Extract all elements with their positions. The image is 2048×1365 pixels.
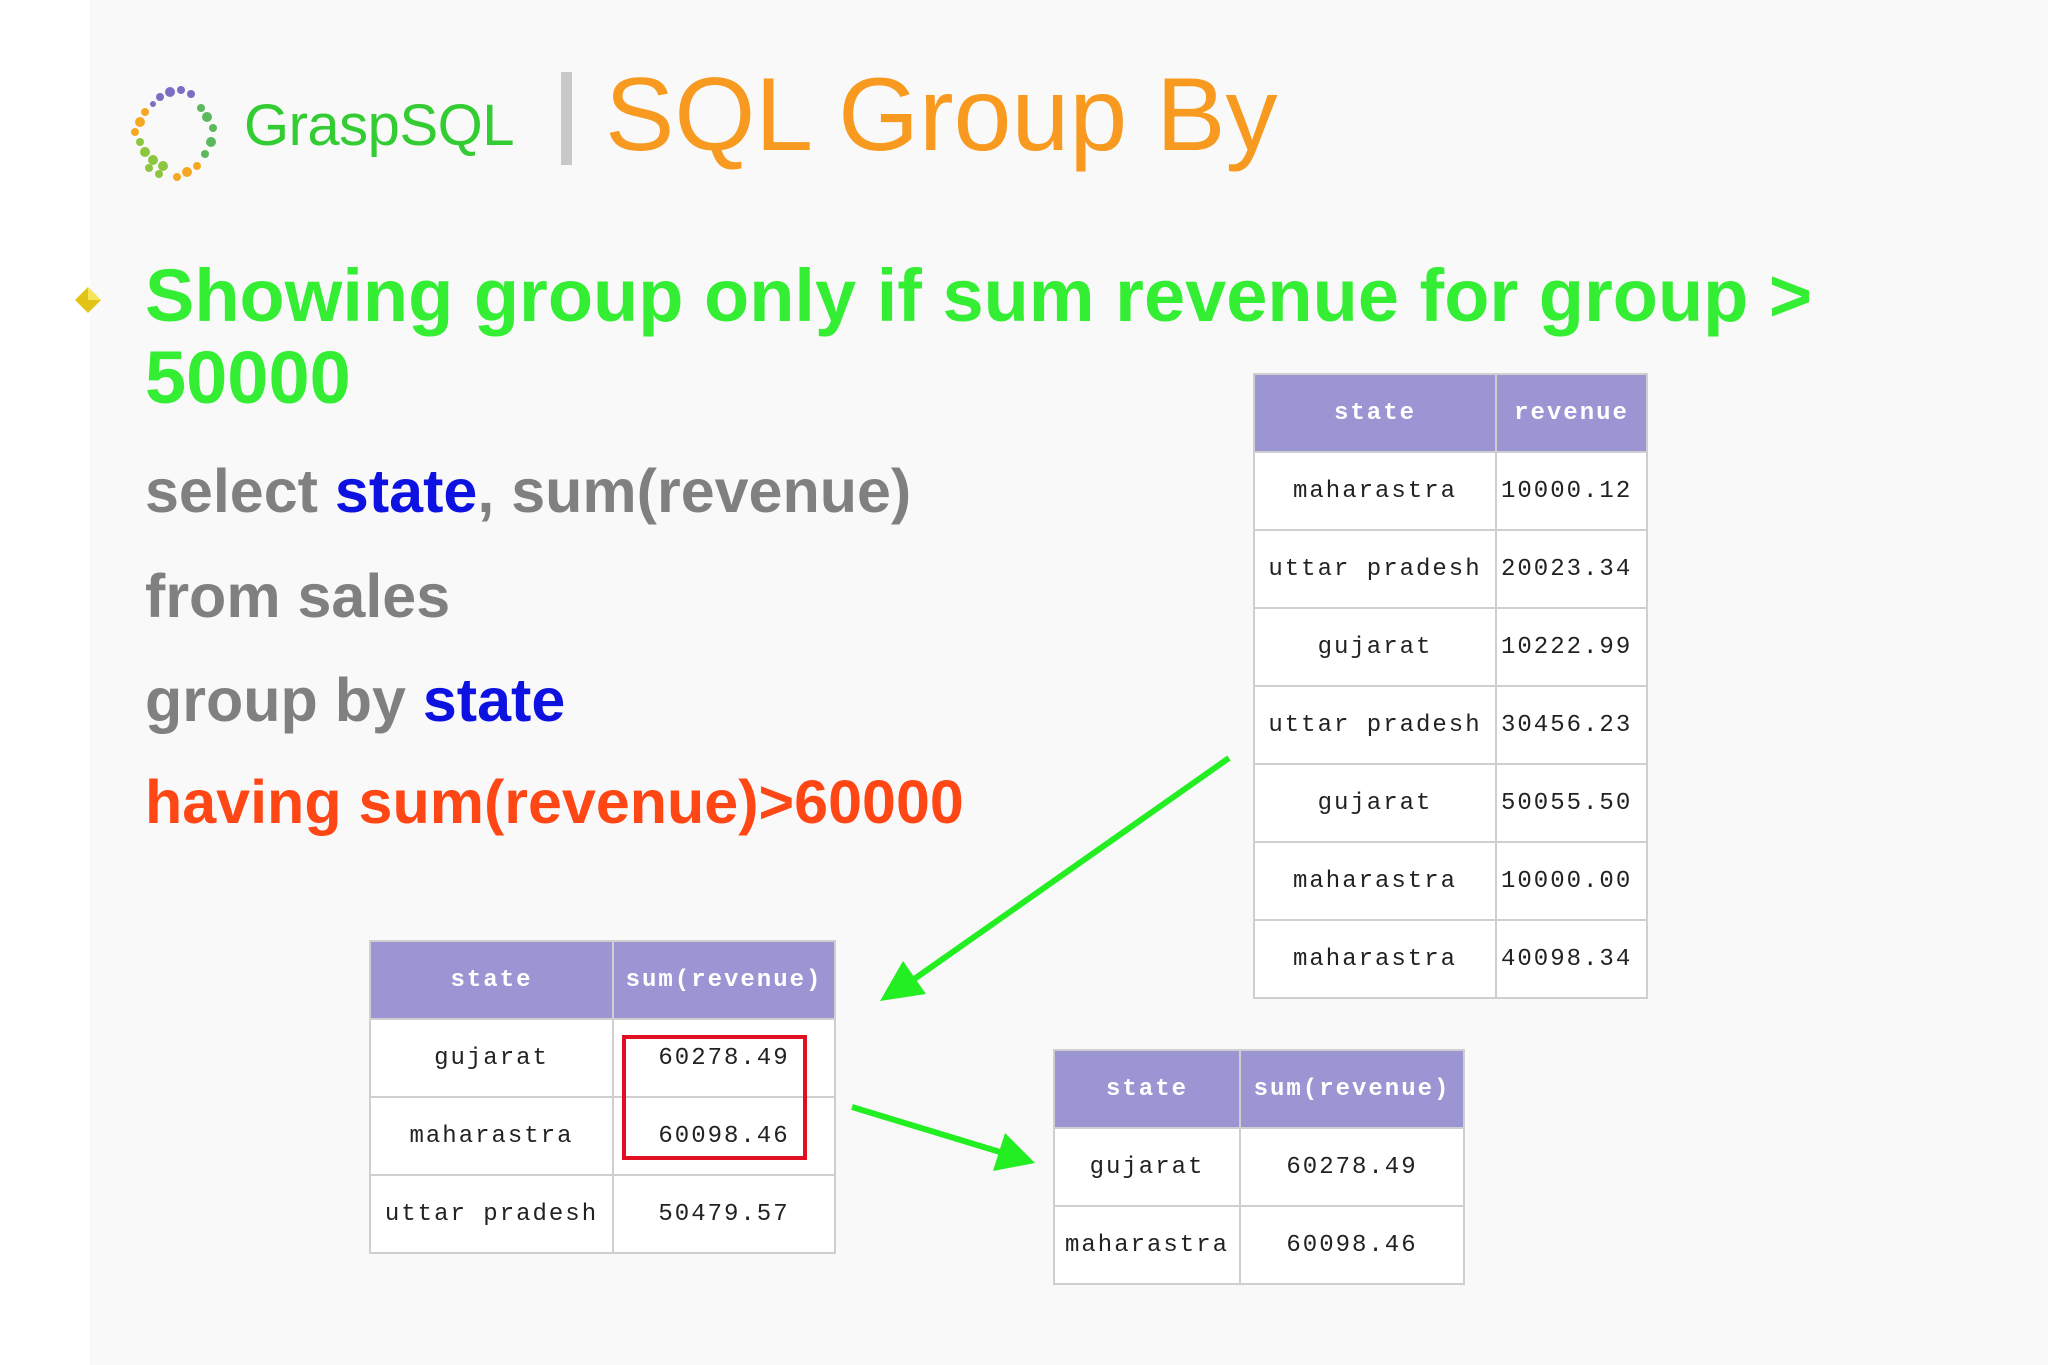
arrow-grouped-to-having-icon bbox=[851, 1104, 1035, 1171]
flow-arrows bbox=[851, 755, 1231, 1171]
arrow-sales-to-grouped-icon bbox=[880, 755, 1231, 1001]
